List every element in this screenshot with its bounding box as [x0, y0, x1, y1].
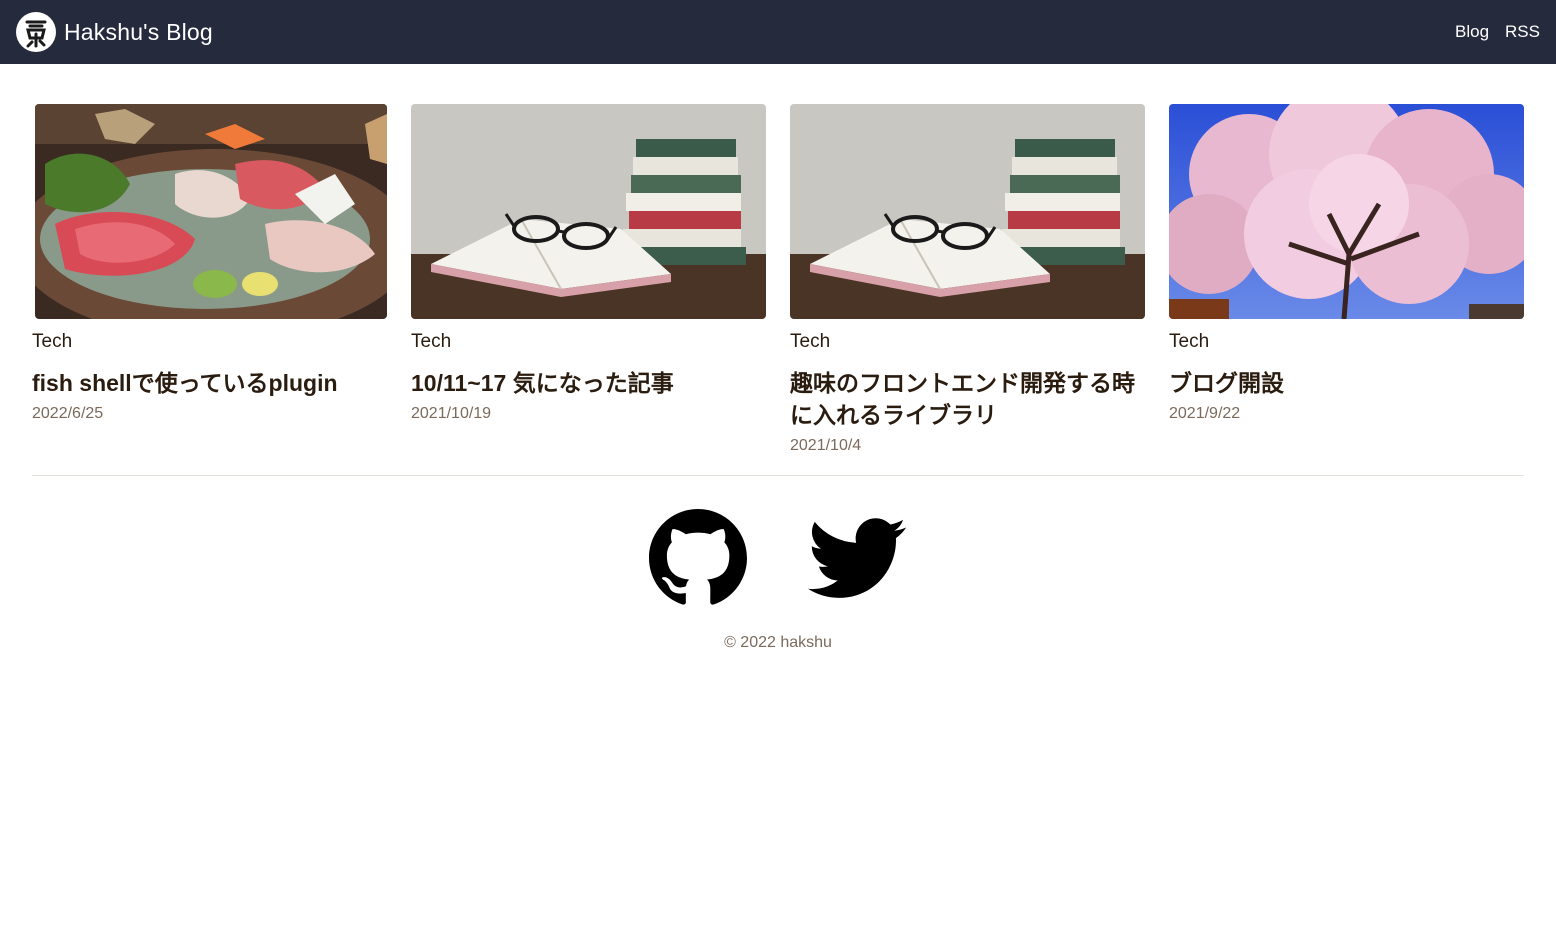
- post-category[interactable]: Tech: [32, 331, 387, 353]
- site-logo-icon: [16, 12, 56, 52]
- post-card[interactable]: Tech ブログ開設 2021/9/22: [1169, 104, 1524, 458]
- post-title[interactable]: fish shellで使っているplugin: [32, 367, 387, 399]
- post-title[interactable]: ブログ開設: [1169, 367, 1524, 399]
- github-link[interactable]: [649, 509, 747, 612]
- post-date: 2022/6/25: [32, 405, 104, 422]
- nav-link-blog[interactable]: Blog: [1455, 22, 1489, 42]
- github-icon: [649, 509, 747, 605]
- post-date: 2021/9/22: [1169, 405, 1241, 422]
- header-nav: Blog RSS: [1439, 22, 1540, 42]
- post-date: 2021/10/19: [411, 405, 492, 422]
- post-title[interactable]: 10/11~17 気になった記事: [411, 367, 766, 399]
- post-date: 2021/10/4: [790, 437, 862, 454]
- post-thumbnail-books[interactable]: [790, 104, 1145, 319]
- twitter-icon: [808, 518, 906, 598]
- post-category[interactable]: Tech: [1169, 331, 1524, 353]
- post-thumbnail-cherry-blossom[interactable]: [1169, 104, 1524, 319]
- top-navbar: Hakshu's Blog Blog RSS: [0, 0, 1556, 64]
- footer-divider: [32, 475, 1524, 476]
- post-category[interactable]: Tech: [790, 331, 1145, 353]
- post-card[interactable]: Tech 10/11~17 気になった記事 2021/10/19: [411, 104, 766, 458]
- copyright-text: © 2022 hakshu: [724, 634, 832, 651]
- nav-link-rss[interactable]: RSS: [1505, 22, 1540, 42]
- post-card[interactable]: Tech fish shellで使っているplugin 2022/6/25: [32, 104, 387, 458]
- social-links: [0, 509, 1556, 612]
- post-thumbnail-sashimi[interactable]: [35, 104, 387, 319]
- site-title: Hakshu's Blog: [64, 18, 213, 45]
- twitter-link[interactable]: [807, 509, 907, 612]
- post-thumbnail-books[interactable]: [411, 104, 766, 319]
- post-card[interactable]: Tech 趣味のフロントエンド開発する時に入れるライブラリ 2021/10/4: [790, 104, 1145, 458]
- post-category[interactable]: Tech: [411, 331, 766, 353]
- site-brand-link[interactable]: Hakshu's Blog: [16, 12, 213, 52]
- post-title[interactable]: 趣味のフロントエンド開発する時に入れるライブラリ: [790, 367, 1145, 431]
- post-grid: Tech fish shellで使っているplugin 2022/6/25 Te…: [32, 104, 1524, 458]
